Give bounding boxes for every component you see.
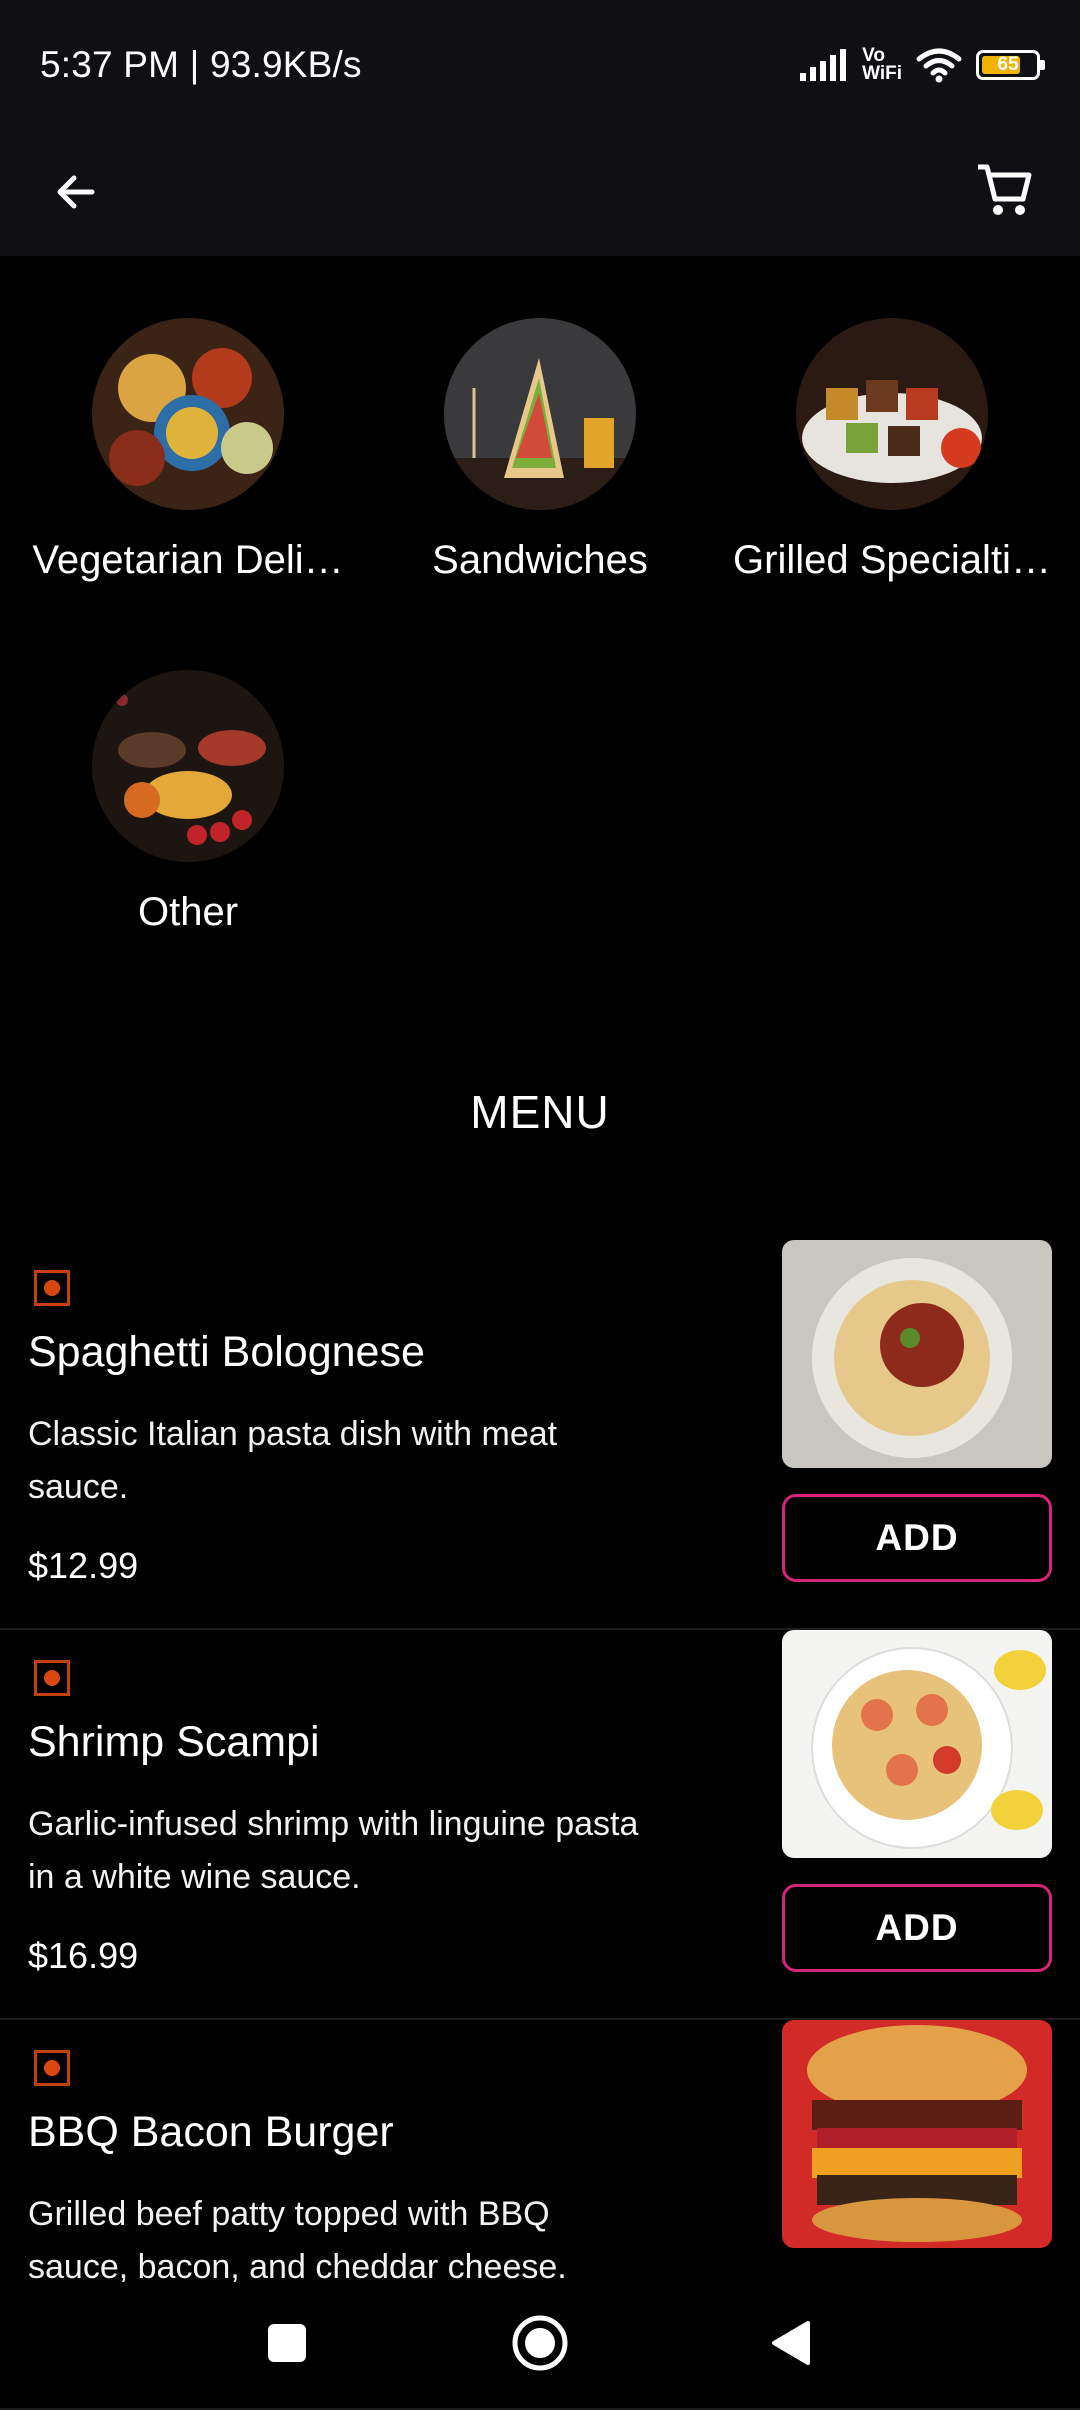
home-button[interactable]	[505, 2308, 575, 2378]
shrimp-pasta-image	[782, 1630, 1052, 1858]
signal-icon	[800, 49, 847, 81]
grilled-skewers-image	[796, 318, 988, 510]
item-description: Garlic-infused shrimp with linguine past…	[28, 1805, 639, 1896]
status-icons: Vo WiFi 65	[798, 40, 1045, 90]
item-description: Classic Italian pasta dish with meat sau…	[28, 1415, 558, 1506]
item-price: $16.99	[28, 1935, 139, 1976]
festive-dishes-image	[92, 670, 284, 862]
navigation-bar	[0, 2282, 1080, 2400]
spaghetti-image	[782, 1240, 1052, 1468]
add-button[interactable]: ADD	[782, 1884, 1052, 1972]
recents-button[interactable]	[252, 2308, 322, 2378]
add-button[interactable]: ADD	[782, 1494, 1052, 1582]
triangle-back-icon	[772, 2321, 810, 2365]
non-veg-mark-icon	[34, 1660, 70, 1696]
item-name: Spaghetti Bolognese	[28, 1328, 425, 1376]
cart-icon	[978, 164, 1032, 215]
item-name: BBQ Bacon Burger	[28, 2108, 394, 2156]
club-sandwich-image	[444, 318, 636, 510]
item-price: $12.99	[28, 1545, 139, 1586]
item-name: Shrimp Scampi	[28, 1718, 320, 1766]
status-time-speed: 5:37 PM | 93.9KB/s	[40, 44, 362, 85]
menu-item: Spaghetti Bolognese Classic Italian past…	[0, 1240, 1080, 1630]
battery-level: 65	[997, 54, 1019, 75]
category-label: Sandwiches	[432, 538, 648, 582]
battery-icon: 65	[976, 50, 1045, 80]
arrow-left-icon	[57, 175, 95, 209]
non-veg-mark-icon	[34, 1270, 70, 1306]
category-label: Vegetarian Deli…	[32, 538, 344, 582]
status-bar: 5:37 PM | 93.9KB/s Vo WiFi 65	[0, 0, 1080, 130]
category-label: Other	[137, 890, 239, 934]
vegetarian-thali-image	[92, 318, 284, 510]
category-vegetarian[interactable]: Vegetarian Deli…	[18, 318, 358, 583]
category-other[interactable]: Other	[18, 670, 358, 935]
app-bar	[0, 130, 1080, 256]
circle-home-icon	[512, 2315, 568, 2371]
vowifi-icon: Vo WiFi	[862, 46, 902, 84]
item-description: Grilled beef patty topped with BBQ sauce…	[28, 2195, 567, 2286]
burger-image	[782, 2020, 1052, 2248]
menu-title: MENU	[470, 1086, 610, 1138]
cart-button[interactable]	[964, 150, 1044, 230]
category-sandwiches[interactable]: Sandwiches	[370, 318, 710, 583]
category-grilled[interactable]: Grilled Specialti…	[722, 318, 1062, 583]
menu-item: Shrimp Scampi Garlic-infused shrimp with…	[0, 1630, 1080, 2020]
back-button[interactable]	[36, 152, 116, 232]
square-recents-icon	[268, 2324, 306, 2362]
nav-back-button[interactable]	[755, 2308, 825, 2378]
non-veg-mark-icon	[34, 2050, 70, 2086]
category-label: Grilled Specialti…	[733, 538, 1051, 582]
wifi-icon	[916, 48, 962, 83]
vowifi-line2: WiFi	[862, 63, 902, 84]
